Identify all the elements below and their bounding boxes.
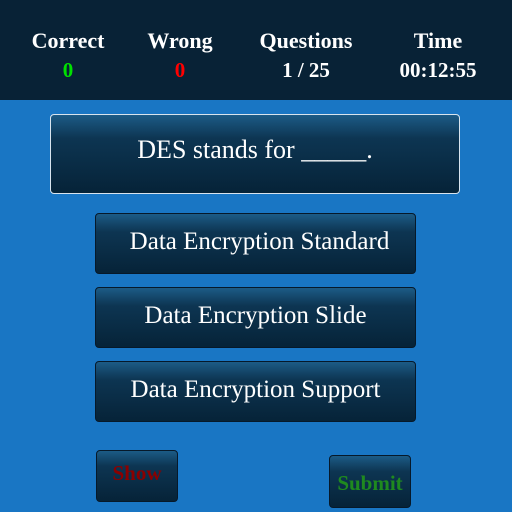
correct-label: Correct	[31, 28, 105, 53]
show-answer-button[interactable]: Show	[96, 450, 178, 502]
questions-label: Questions	[259, 28, 353, 53]
correct-stat: Correct 0	[18, 28, 118, 86]
elapsed-time: 00:12:55	[399, 58, 477, 82]
answer-option-1[interactable]: Data Encryption Standard	[95, 213, 416, 274]
question-panel: DES stands for _____.	[50, 114, 460, 194]
time-label: Time	[413, 28, 463, 53]
score-header: Correct 0 Wrong 0 Questions 1 / 25 Time …	[0, 0, 512, 100]
answer-option-label: Data Encryption Slide	[144, 301, 367, 329]
wrong-label: Wrong	[147, 28, 213, 53]
time-stat: Time 00:12:55	[382, 28, 494, 86]
wrong-stat: Wrong 0	[130, 28, 230, 86]
correct-count: 0	[62, 58, 74, 82]
submit-button[interactable]: Submit	[329, 455, 411, 508]
question-text: DES stands for _____.	[137, 135, 373, 164]
question-progress: 1 / 25	[282, 58, 330, 82]
answer-option-2[interactable]: Data Encryption Slide	[95, 287, 416, 348]
submit-button-label: Submit	[337, 471, 403, 495]
show-button-label: Show	[112, 460, 162, 485]
answer-option-3[interactable]: Data Encryption Support	[95, 361, 416, 422]
questions-stat: Questions 1 / 25	[246, 28, 366, 86]
wrong-count: 0	[174, 58, 186, 82]
answer-option-label: Data Encryption Standard	[129, 227, 390, 255]
answer-option-label: Data Encryption Support	[130, 375, 381, 403]
